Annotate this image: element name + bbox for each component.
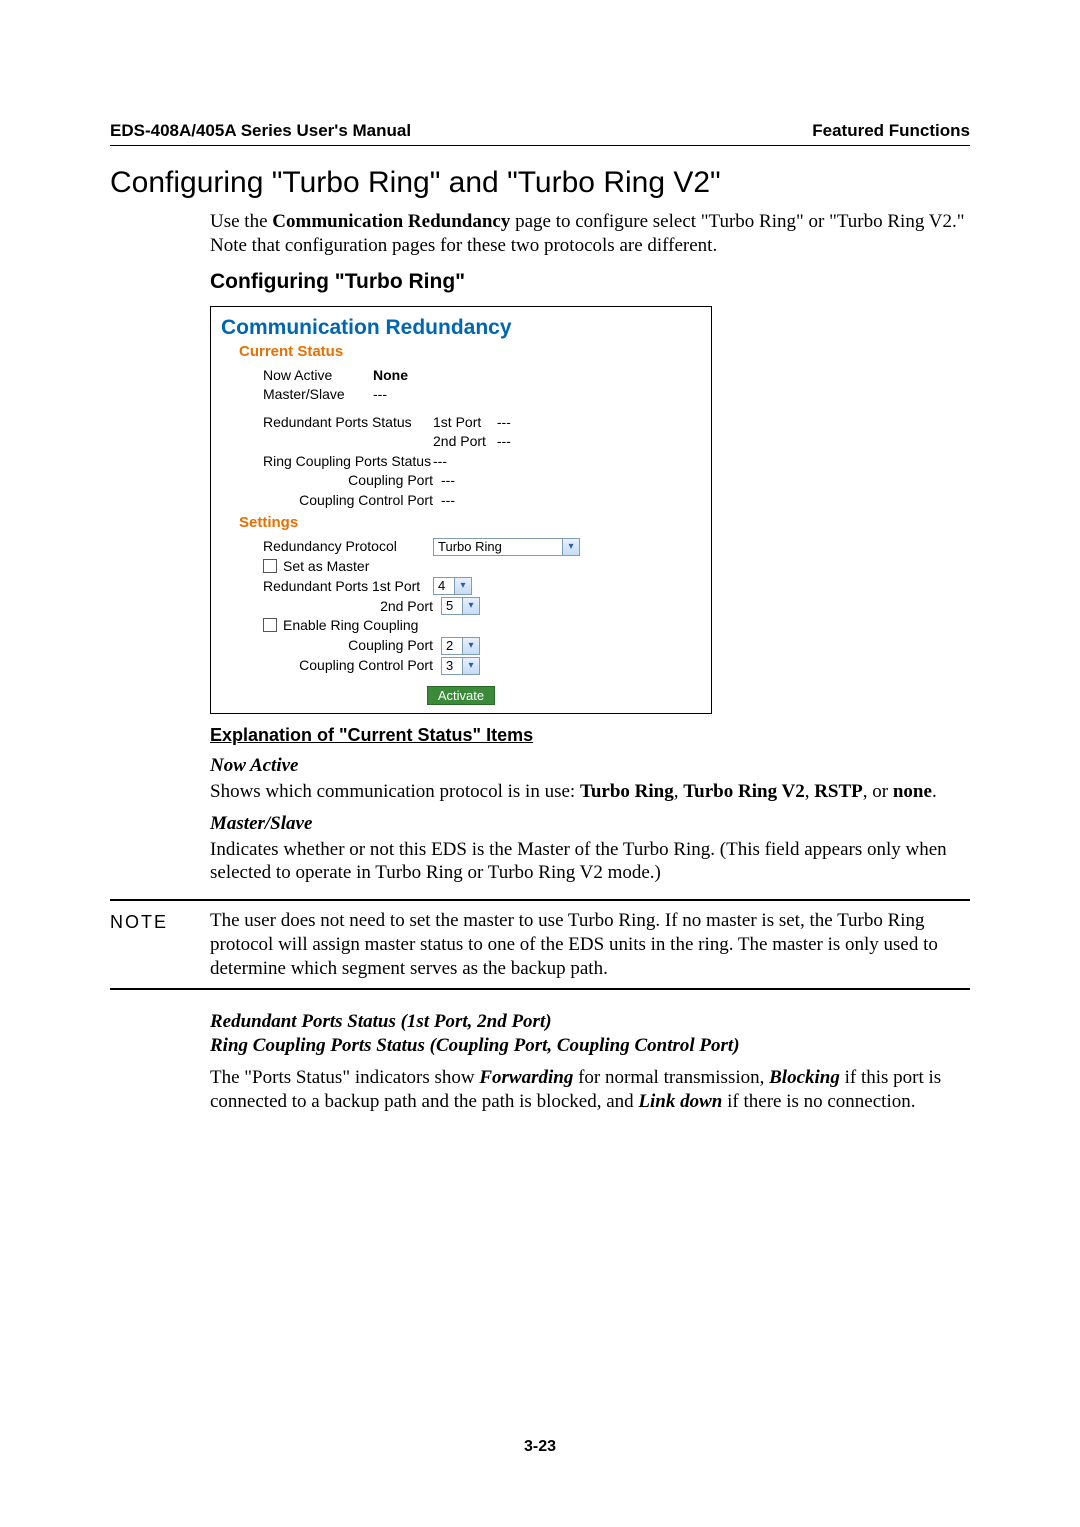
redundant-port-1-value: 4 <box>434 578 454 594</box>
master-slave-value: --- <box>373 386 387 404</box>
coupling-control-port-status-label: Coupling Control Port <box>263 492 441 510</box>
note-block: NOTE The user does not need to set the m… <box>110 899 970 990</box>
ps-pre: The "Ports Status" indicators show <box>210 1067 479 1088</box>
sub-section-title: Configuring "Turbo Ring" <box>210 269 970 295</box>
coupling-port-status-label: Coupling Port <box>263 472 441 490</box>
header-left: EDS-408A/405A Series User's Manual <box>110 120 411 141</box>
ps-w3: Link down <box>638 1091 722 1112</box>
master-slave-item-title: Master/Slave <box>210 812 970 836</box>
ring-coupling-status-label: Ring Coupling Ports Status <box>263 453 433 471</box>
intro-pre: Use the <box>210 211 272 232</box>
now-active-item-title: Now Active <box>210 754 970 778</box>
section-title: Configuring "Turbo Ring" and "Turbo Ring… <box>110 164 970 202</box>
chevron-down-icon: ▾ <box>462 658 479 674</box>
na-pre: Shows which communication protocol is in… <box>210 781 580 802</box>
master-slave-label: Master/Slave <box>263 386 373 404</box>
redundant-port-1-select[interactable]: 4 ▾ <box>433 577 472 595</box>
ps-m3: if there is no connection. <box>722 1091 915 1112</box>
page-header: EDS-408A/405A Series User's Manual Featu… <box>110 120 970 146</box>
now-active-value: None <box>373 367 408 385</box>
na-b1: Turbo Ring <box>580 781 674 802</box>
na-b3: RSTP <box>814 781 863 802</box>
ss-current-status-heading: Current Status <box>239 343 701 362</box>
enable-ring-coupling-checkbox[interactable] <box>263 618 277 632</box>
redundant-port-2-select[interactable]: 5 ▾ <box>441 597 480 615</box>
ss-title: Communication Redundancy <box>221 315 701 341</box>
port2-value: --- <box>497 433 511 449</box>
ring-coupling-ports-status-heading: Ring Coupling Ports Status (Coupling Por… <box>210 1034 970 1058</box>
port1-value: --- <box>497 414 511 430</box>
page-number: 3-23 <box>0 1437 1080 1457</box>
redundant-ports-2nd-label: 2nd Port <box>263 598 441 616</box>
ss-settings-heading: Settings <box>239 514 701 533</box>
enable-ring-coupling-label: Enable Ring Coupling <box>283 617 418 633</box>
settings-coupling-control-port-label: Coupling Control Port <box>263 657 441 675</box>
explanation-heading: Explanation of "Current Status" Items <box>210 724 970 747</box>
intro-bold: Communication Redundancy <box>272 211 510 232</box>
now-active-label: Now Active <box>263 367 373 385</box>
ps-w1: Forwarding <box>479 1067 573 1088</box>
coupling-control-port-status-value: --- <box>441 492 455 510</box>
coupling-port-status-value: --- <box>441 472 455 490</box>
na-b2: Turbo Ring V2 <box>683 781 804 802</box>
ports-status-paragraph: The "Ports Status" indicators show Forwa… <box>210 1066 970 1114</box>
note-label: NOTE <box>110 909 210 980</box>
coupling-control-port-value: 3 <box>442 658 462 674</box>
redundant-port-2-value: 5 <box>442 598 462 614</box>
na-b4: none <box>893 781 932 802</box>
ring-coupling-status-value: --- <box>433 453 447 471</box>
redundancy-protocol-label: Redundancy Protocol <box>263 538 433 556</box>
ps-m1: for normal transmission, <box>573 1067 769 1088</box>
chevron-down-icon: ▾ <box>462 638 479 654</box>
chevron-down-icon: ▾ <box>562 539 579 555</box>
redundant-ports-status-label: Redundant Ports Status <box>263 414 433 432</box>
coupling-port-select[interactable]: 2 ▾ <box>441 637 480 655</box>
note-body: The user does not need to set the master… <box>210 909 970 980</box>
redundant-ports-status-heading: Redundant Ports Status (1st Port, 2nd Po… <box>210 1010 970 1034</box>
chevron-down-icon: ▾ <box>454 578 471 594</box>
coupling-port-value: 2 <box>442 638 462 654</box>
intro-paragraph: Use the Communication Redundancy page to… <box>210 210 970 258</box>
redundancy-protocol-value: Turbo Ring <box>434 539 562 555</box>
config-screenshot: Communication Redundancy Current Status … <box>210 306 712 714</box>
redundant-ports-1st-label: Redundant Ports 1st Port <box>263 578 433 596</box>
master-slave-item-text: Indicates whether or not this EDS is the… <box>210 838 970 886</box>
set-as-master-checkbox[interactable] <box>263 559 277 573</box>
ps-w2: Blocking <box>769 1067 840 1088</box>
activate-button[interactable]: Activate <box>427 686 495 705</box>
coupling-control-port-select[interactable]: 3 ▾ <box>441 657 480 675</box>
settings-coupling-port-label: Coupling Port <box>263 637 441 655</box>
set-as-master-label: Set as Master <box>283 558 369 574</box>
redundancy-protocol-select[interactable]: Turbo Ring ▾ <box>433 538 580 556</box>
chevron-down-icon: ▾ <box>462 598 479 614</box>
port2-label: 2nd Port <box>433 433 493 451</box>
port1-label: 1st Port <box>433 414 493 432</box>
now-active-item-text: Shows which communication protocol is in… <box>210 780 970 804</box>
header-right: Featured Functions <box>812 120 970 141</box>
